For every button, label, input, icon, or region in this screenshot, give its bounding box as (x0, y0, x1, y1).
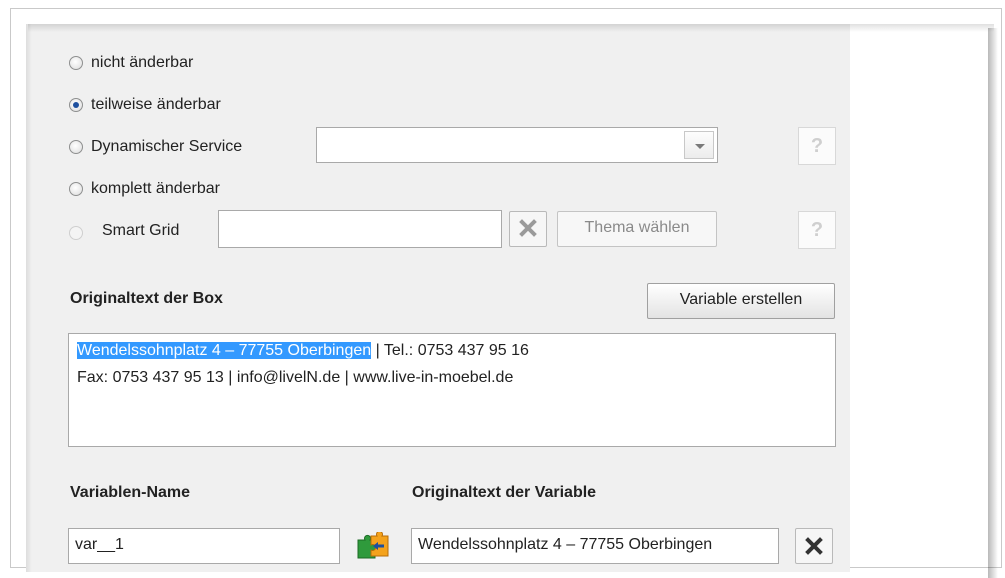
create-variable-button[interactable]: Variable erstellen (647, 283, 835, 319)
selected-text: Wendelssohnplatz 4 – 77755 Oberbingen (77, 342, 372, 359)
panel-shadow-top (28, 24, 994, 32)
chevron-down-icon (695, 144, 705, 149)
variable-text-label: Originaltext der Variable (412, 484, 597, 501)
variable-name-input[interactable]: var__1 (68, 528, 340, 564)
insert-variable-icon[interactable] (355, 530, 391, 560)
choose-theme-button[interactable]: Thema wählen (557, 211, 717, 247)
radio-komplett-aenderbar[interactable] (69, 182, 83, 196)
box-text-area[interactable]: Wendelssohnplatz 4 – 77755 Oberbingen | … (68, 333, 836, 447)
help-icon-dynamic-service[interactable]: ? (798, 127, 836, 165)
panel-shadow-left (26, 24, 32, 572)
option-label-teilweise-aenderbar: teilweise änderbar (91, 96, 221, 113)
puzzle-icon (357, 530, 389, 559)
variable-delete-button[interactable] (795, 528, 833, 564)
radio-teilweise-aenderbar[interactable] (69, 98, 83, 112)
smart-grid-input[interactable] (218, 210, 502, 248)
variable-name-label: Variablen-Name (70, 484, 191, 501)
option-label-nicht-aenderbar: nicht änderbar (91, 54, 194, 71)
option-label-smart-grid: Smart Grid (102, 222, 180, 239)
smart-grid-clear-button[interactable] (509, 211, 547, 247)
radio-smart-grid[interactable] (69, 226, 83, 240)
option-label-komplett-aenderbar: komplett änderbar (91, 180, 220, 197)
box-text-line-1: Wendelssohnplatz 4 – 77755 Oberbingen | … (77, 337, 827, 364)
dropdown-arrow-button[interactable] (684, 131, 714, 159)
close-icon (519, 219, 537, 237)
dynamic-service-select[interactable] (316, 127, 718, 163)
box-text-heading: Originaltext der Box (70, 290, 223, 307)
panel-shadow-right (988, 28, 998, 578)
help-icon-smart-grid[interactable]: ? (798, 211, 836, 249)
box-text-line-1-rest: | Tel.: 0753 437 95 16 (371, 342, 529, 359)
option-label-dynamischer-service: Dynamischer Service (91, 138, 243, 155)
radio-dynamischer-service[interactable] (69, 140, 83, 154)
radio-nicht-aenderbar[interactable] (69, 56, 83, 70)
variable-text-input[interactable]: Wendelssohnplatz 4 – 77755 Oberbingen (411, 528, 779, 564)
close-icon (805, 537, 823, 555)
box-text-line-2: Fax: 0753 437 95 13 | info@livelN.de | w… (77, 369, 514, 386)
